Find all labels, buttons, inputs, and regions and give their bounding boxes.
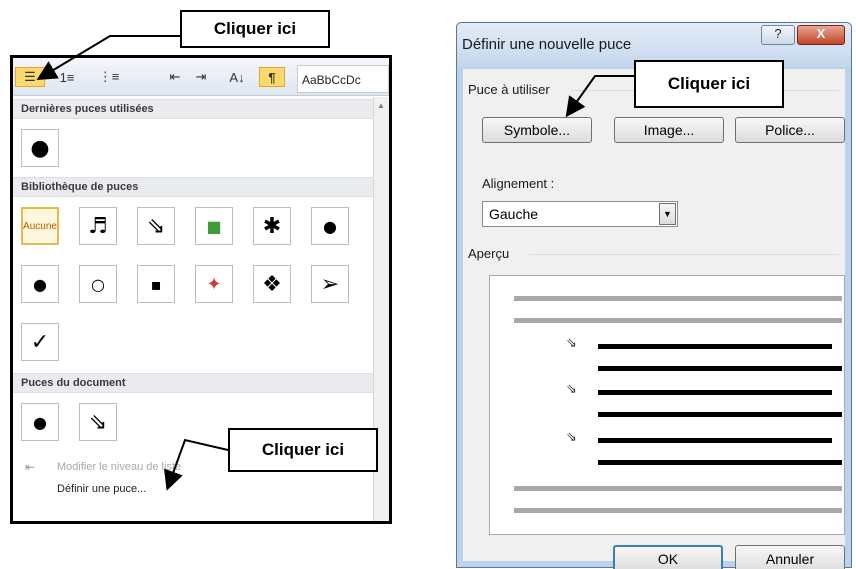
callout-click-here-2: Cliquer ici bbox=[634, 60, 784, 108]
list-level-icon: ⇤ bbox=[25, 460, 36, 474]
menu-item-define-new-bullet[interactable]: Définir une puce... bbox=[13, 479, 373, 501]
close-button[interactable]: X bbox=[797, 25, 845, 45]
help-button[interactable]: ? bbox=[761, 25, 795, 45]
show-marks-button[interactable]: ¶ bbox=[259, 67, 285, 87]
decrease-indent-icon: ⇤ bbox=[169, 69, 181, 84]
bullet-group-label: Puce à utiliser bbox=[468, 82, 550, 97]
document-bullet-arrow-hand[interactable]: ⇘ bbox=[79, 403, 117, 441]
cancel-button[interactable]: Annuler bbox=[735, 545, 845, 569]
multilevel-list-icon: ⋮≡ bbox=[98, 69, 120, 84]
preview-bullet: ⇘ bbox=[566, 336, 577, 351]
numbering-icon: 1≡ bbox=[59, 69, 75, 85]
bullet-option-none[interactable]: Aucune bbox=[21, 207, 59, 245]
bullet-option-check[interactable]: ✓ bbox=[21, 323, 59, 361]
bullet-option-star[interactable]: ✱ bbox=[253, 207, 291, 245]
style-gallery-preview[interactable]: AaBbCcDc bbox=[297, 65, 389, 93]
dialog-title: Définir une nouvelle puce bbox=[462, 36, 632, 53]
callout-click-here-3: Cliquer ici bbox=[228, 428, 378, 472]
recent-bullet-0[interactable]: ● bbox=[21, 129, 59, 167]
preview-line bbox=[514, 318, 842, 323]
symbol-button[interactable]: Symbole... bbox=[482, 117, 592, 143]
increase-indent-icon: ⇥ bbox=[195, 69, 207, 84]
bullet-option-black-circle[interactable]: ● bbox=[21, 265, 59, 303]
preview-line bbox=[598, 366, 842, 371]
group-divider bbox=[529, 254, 839, 255]
preview-line bbox=[514, 296, 842, 301]
alignment-select[interactable]: Gauche ▼ bbox=[482, 201, 678, 227]
callout-click-here-1: Cliquer ici bbox=[180, 10, 330, 48]
preview-bullet: ⇘ bbox=[566, 382, 577, 397]
decrease-indent-button[interactable]: ⇤ bbox=[163, 67, 187, 87]
chevron-down-icon[interactable]: ▼ bbox=[659, 203, 676, 225]
preview-group-label: Aperçu bbox=[468, 246, 510, 261]
document-bullet-dot[interactable]: ● bbox=[21, 403, 59, 441]
image-button[interactable]: Image... bbox=[614, 117, 724, 143]
menu-item-label: Définir une puce... bbox=[57, 483, 147, 495]
bullet-option-diamond[interactable]: ❖ bbox=[253, 265, 291, 303]
sort-icon: A↓ bbox=[229, 69, 245, 85]
bullets-icon: ☰ bbox=[24, 69, 36, 84]
increase-indent-button[interactable]: ⇥ bbox=[189, 67, 213, 87]
preview-line bbox=[514, 508, 842, 513]
bullet-option-arrowhead[interactable]: ➢ bbox=[311, 265, 349, 303]
scroll-up-icon[interactable]: ▲ bbox=[377, 101, 385, 110]
preview-area: ⇘ ⇘ ⇘ bbox=[489, 275, 845, 535]
menu-item-label: Modifier le niveau de liste bbox=[57, 461, 182, 473]
preview-line bbox=[514, 486, 842, 491]
preview-bullet: ⇘ bbox=[566, 430, 577, 445]
paragraph-toolbar: ☰ 1≡ ⋮≡ ⇤ ⇥ A↓ ¶ AaBbCcDc bbox=[13, 58, 389, 96]
preview-line bbox=[598, 344, 832, 349]
bullet-option-colored-star[interactable]: ✦ bbox=[195, 265, 233, 303]
multilevel-list-button[interactable]: ⋮≡ bbox=[89, 67, 129, 87]
preview-line bbox=[598, 438, 832, 443]
screenshot-composite: ☰ 1≡ ⋮≡ ⇤ ⇥ A↓ ¶ AaBbCcDc Dernières puce… bbox=[0, 0, 856, 569]
bullet-option-hollow-circle[interactable]: ○ bbox=[79, 265, 117, 303]
alignment-label: Alignement : bbox=[482, 176, 555, 191]
document-bullets-header: Puces du document bbox=[13, 373, 373, 393]
bullet-option-music[interactable]: ♬ bbox=[79, 207, 117, 245]
bullet-option-green-square[interactable]: ■ bbox=[195, 207, 233, 245]
preview-line bbox=[598, 390, 832, 395]
bullet-option-arrow-hand[interactable]: ⇘ bbox=[137, 207, 175, 245]
pilcrow-icon: ¶ bbox=[268, 69, 276, 85]
preview-line bbox=[598, 412, 842, 417]
numbering-button[interactable]: 1≡ bbox=[53, 67, 81, 87]
font-button[interactable]: Police... bbox=[735, 117, 845, 143]
sort-button[interactable]: A↓ bbox=[223, 67, 251, 87]
library-header: Bibliothèque de puces bbox=[13, 177, 373, 197]
recent-bullets-header: Dernières puces utilisées bbox=[13, 99, 373, 119]
dialog-body: Puce à utiliser Symbole... Image... Poli… bbox=[463, 69, 845, 569]
bullets-button[interactable]: ☰ bbox=[15, 67, 45, 87]
bullet-option-dot[interactable]: ● bbox=[311, 207, 349, 245]
alignment-value: Gauche bbox=[489, 206, 539, 222]
bullet-option-square[interactable]: ▪ bbox=[137, 265, 175, 303]
ok-button[interactable]: OK bbox=[613, 545, 723, 569]
preview-line bbox=[598, 460, 842, 465]
